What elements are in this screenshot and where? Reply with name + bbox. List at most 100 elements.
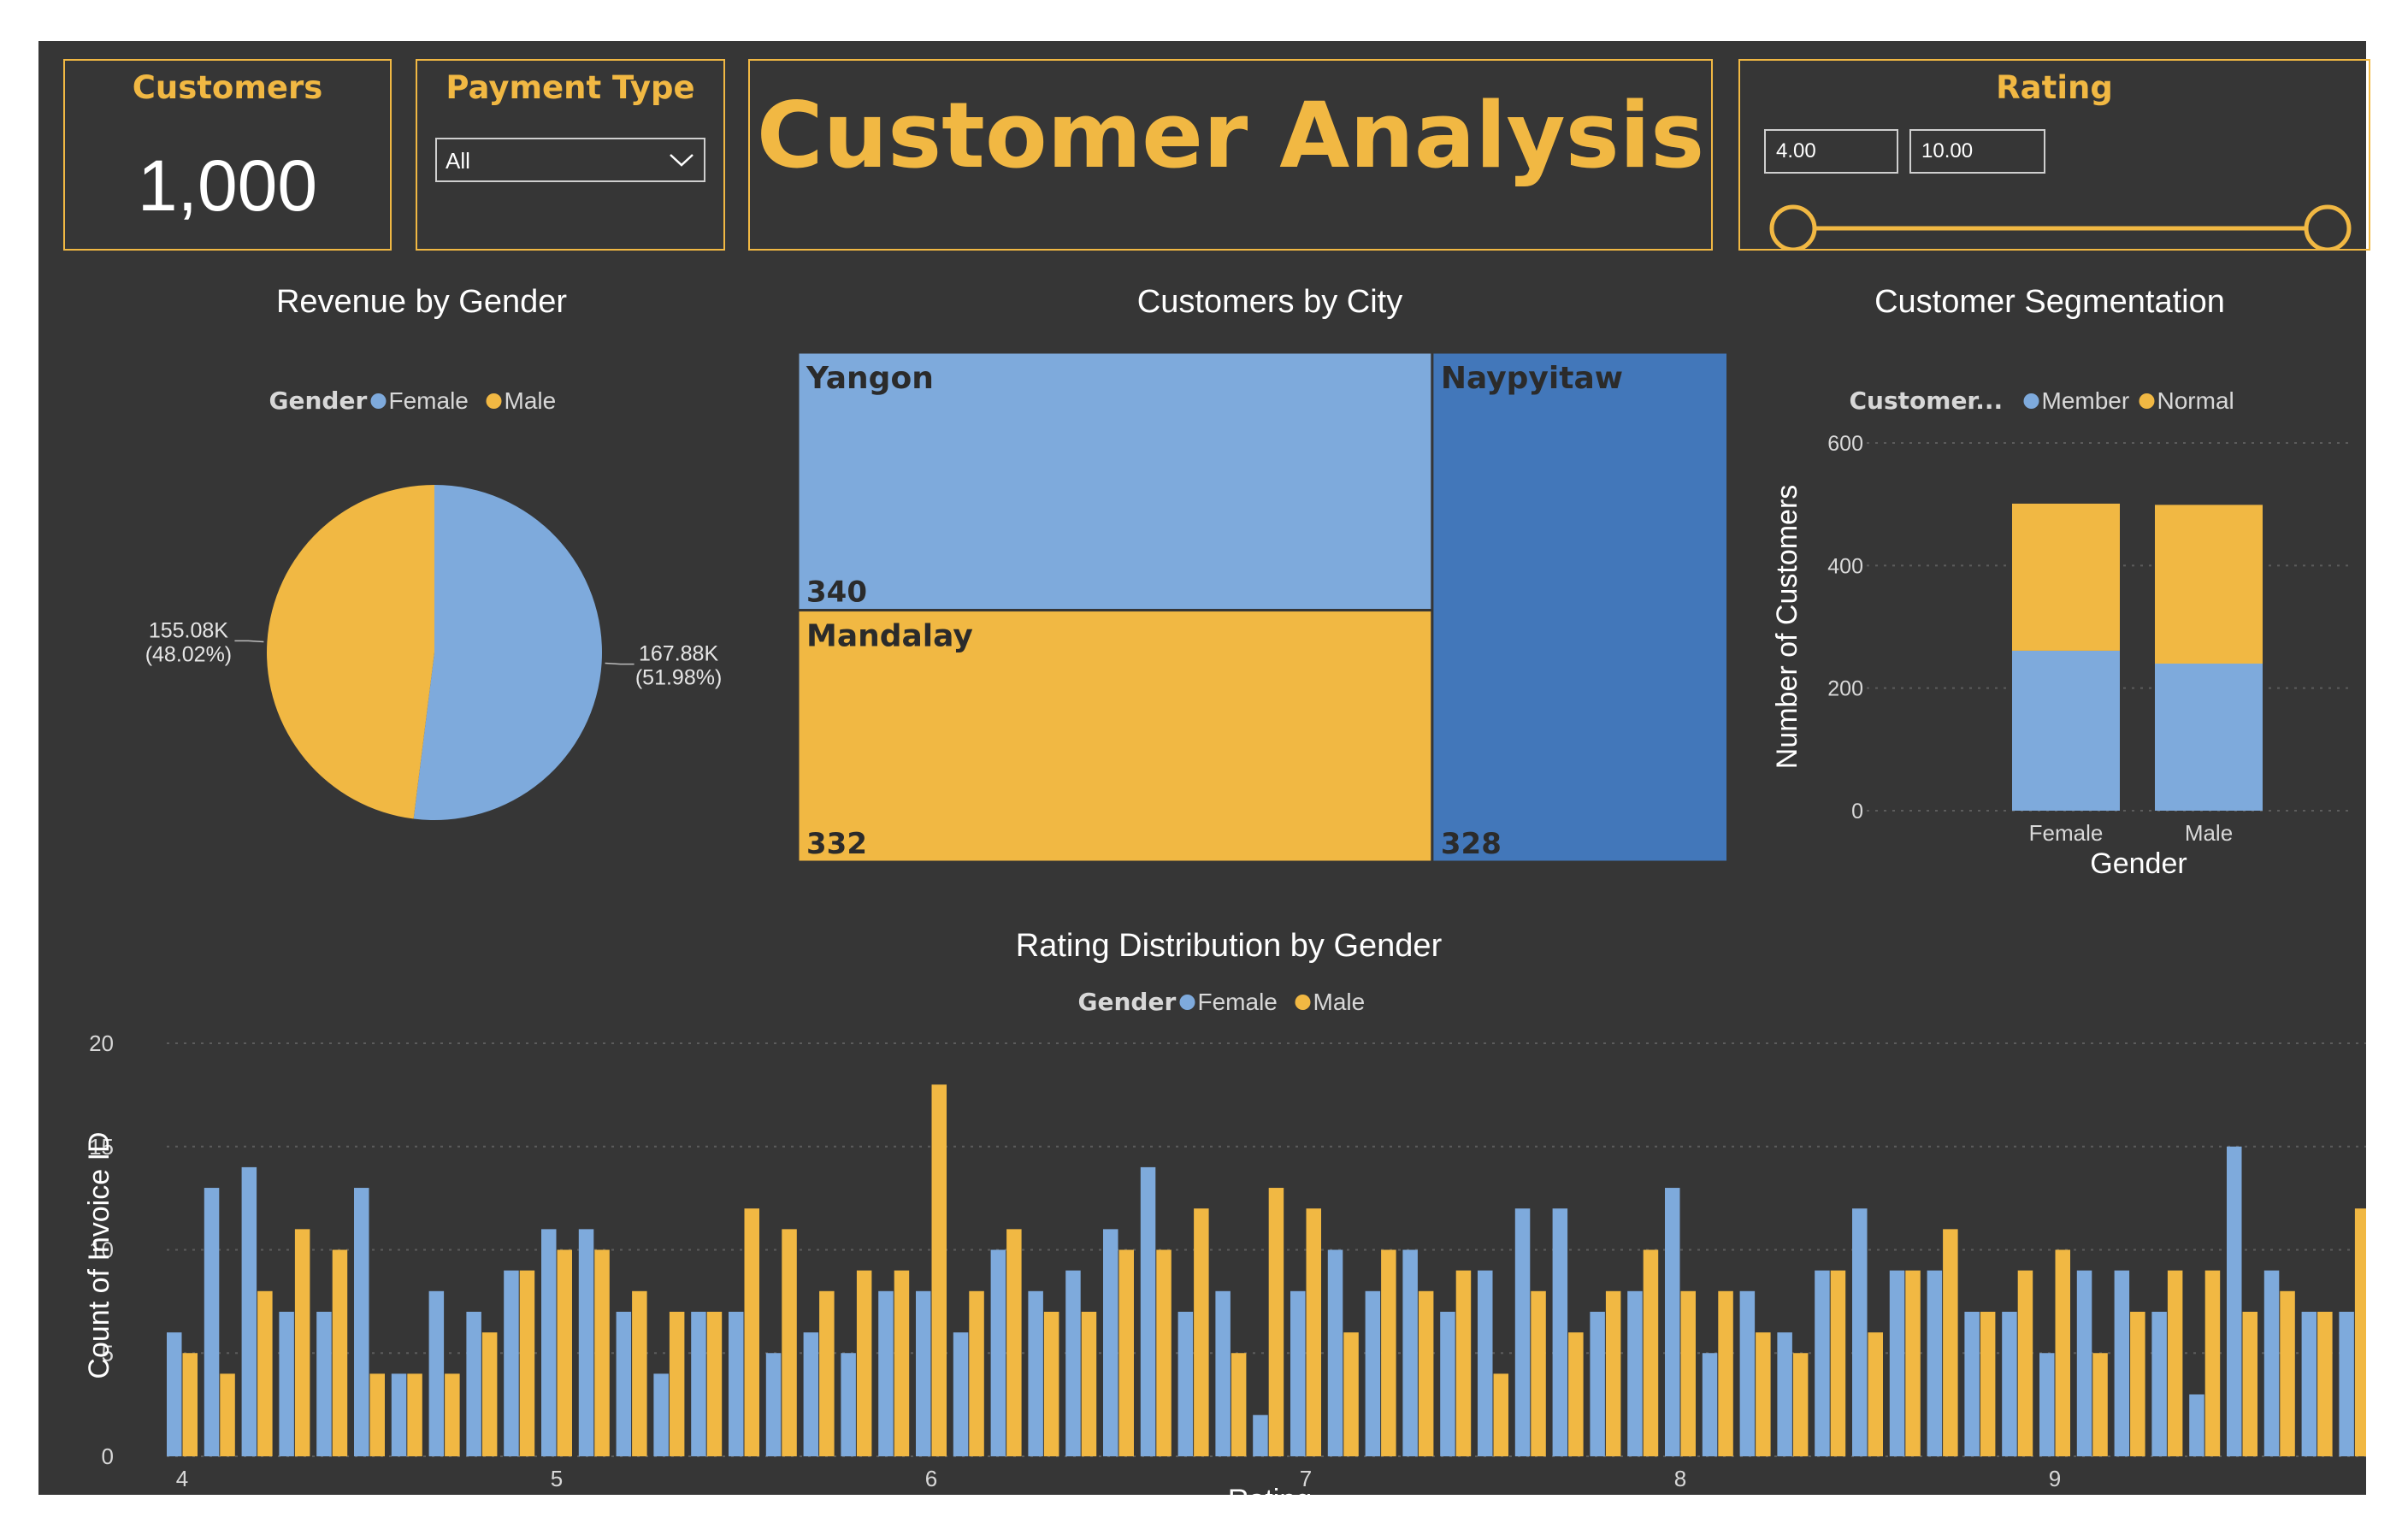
pie-legend-item-male[interactable]: Male: [505, 387, 557, 414]
rating-bar-male[interactable]: [294, 1229, 310, 1456]
rating-bar-female[interactable]: [1852, 1208, 1868, 1456]
rating-bar-male[interactable]: [1118, 1249, 1135, 1457]
rating-bar-male[interactable]: [220, 1373, 235, 1456]
rating-bar-male[interactable]: [2130, 1311, 2145, 1456]
rating-bar-male[interactable]: [1756, 1332, 1771, 1456]
rating-bar-female[interactable]: [1215, 1290, 1231, 1456]
segmentation-bar-female-normal[interactable]: [2012, 503, 2120, 651]
rating-bar-female[interactable]: [1065, 1270, 1081, 1456]
rating-bar-male[interactable]: [2017, 1270, 2033, 1456]
segmentation-legend-item-member[interactable]: Member: [2042, 387, 2130, 414]
rating-bar-female[interactable]: [1103, 1229, 1118, 1456]
rating-bar-female[interactable]: [391, 1373, 407, 1456]
rating-bar-male[interactable]: [2055, 1249, 2071, 1457]
rating-bar-female[interactable]: [2039, 1353, 2055, 1456]
rating-bar-male[interactable]: [1943, 1229, 1958, 1456]
rating-bar-female[interactable]: [1327, 1249, 1343, 1457]
rating-bar-male[interactable]: [1830, 1270, 1846, 1456]
rating-bar-female[interactable]: [1253, 1414, 1268, 1456]
rating-bar-female[interactable]: [803, 1332, 819, 1456]
rating-bar-male[interactable]: [1081, 1311, 1097, 1456]
rating-bar-male[interactable]: [2204, 1270, 2221, 1456]
rating-bar-female[interactable]: [916, 1290, 931, 1456]
rating-bar-female[interactable]: [2151, 1311, 2167, 1456]
rating-bar-female[interactable]: [1440, 1311, 1455, 1456]
rating-bar-female[interactable]: [167, 1332, 182, 1456]
rating-bar-female[interactable]: [1815, 1270, 1830, 1456]
rating-bar-female[interactable]: [2076, 1270, 2092, 1456]
rating-bar-female[interactable]: [1514, 1208, 1531, 1456]
rating-bar-male[interactable]: [669, 1311, 685, 1456]
rating-bar-female[interactable]: [765, 1353, 782, 1456]
rating-bar-female[interactable]: [616, 1311, 632, 1456]
rating-bar-female[interactable]: [1889, 1270, 1905, 1456]
rating-bar-female[interactable]: [841, 1353, 856, 1456]
rating-bar-female[interactable]: [1365, 1290, 1381, 1456]
rating-bar-female[interactable]: [204, 1188, 220, 1456]
rating-bar-male[interactable]: [632, 1290, 647, 1456]
rating-bar-male[interactable]: [445, 1373, 460, 1456]
rating-bar-male[interactable]: [1680, 1290, 1697, 1456]
treemap-cell-naypyitaw[interactable]: [1431, 351, 1726, 864]
rating-bar-male[interactable]: [2167, 1270, 2183, 1456]
rating-bar-male[interactable]: [1418, 1290, 1434, 1456]
rating-bar-female[interactable]: [354, 1188, 369, 1456]
rating-bar-male[interactable]: [557, 1249, 573, 1457]
rating-bar-female[interactable]: [1702, 1353, 1718, 1456]
rating-bar-female[interactable]: [729, 1311, 744, 1456]
rating-bar-male[interactable]: [1905, 1270, 1921, 1456]
rating-bar-female[interactable]: [2189, 1394, 2204, 1456]
rating-bar-female[interactable]: [990, 1249, 1006, 1457]
rating-bar-female[interactable]: [1590, 1311, 1605, 1456]
rating-bar-male[interactable]: [1868, 1332, 1884, 1456]
rating-bar-female[interactable]: [2339, 1311, 2354, 1456]
rating-bar-male[interactable]: [2242, 1311, 2258, 1456]
rating-bar-male[interactable]: [706, 1311, 723, 1456]
rating-bar-female[interactable]: [878, 1290, 894, 1456]
slider-min-handle[interactable]: [1769, 204, 1817, 249]
segmentation-bar-female-member[interactable]: [2012, 650, 2120, 811]
pie-slice-female[interactable]: [413, 485, 602, 820]
rating-bar-female[interactable]: [1028, 1290, 1043, 1456]
rating-bar-male[interactable]: [1718, 1290, 1733, 1456]
rating-bar-male[interactable]: [1605, 1290, 1621, 1456]
rating-bar-female[interactable]: [1552, 1208, 1568, 1456]
slider-max-handle[interactable]: [2304, 204, 2352, 249]
rating-max-input[interactable]: 10.00: [1909, 129, 2045, 174]
rating-bar-female[interactable]: [653, 1373, 669, 1456]
rating-bar-female[interactable]: [1290, 1290, 1306, 1456]
rating-bar-female[interactable]: [2227, 1146, 2242, 1456]
rating-bar-male[interactable]: [856, 1270, 872, 1456]
rating-bar-male[interactable]: [894, 1270, 910, 1456]
rating-bar-female[interactable]: [2301, 1311, 2317, 1456]
rating-bar-male[interactable]: [1306, 1208, 1322, 1456]
rating-bar-female[interactable]: [1777, 1332, 1792, 1456]
rating-bar-male[interactable]: [182, 1353, 198, 1456]
rating-bar-male[interactable]: [1531, 1290, 1546, 1456]
rating-bar-female[interactable]: [466, 1311, 481, 1456]
rating-bar-female[interactable]: [1739, 1290, 1756, 1456]
rating-bar-male[interactable]: [2092, 1353, 2108, 1456]
rating-bar-female[interactable]: [2002, 1311, 2017, 1456]
segmentation-bar-male-normal[interactable]: [2155, 505, 2263, 664]
rating-bar-male[interactable]: [1455, 1270, 1472, 1456]
rating-bar-female[interactable]: [428, 1290, 445, 1456]
rating-bar-female[interactable]: [1964, 1311, 1980, 1456]
rating-bar-male[interactable]: [369, 1373, 386, 1456]
rating-bar-male[interactable]: [969, 1290, 984, 1456]
rating-bar-male[interactable]: [782, 1229, 797, 1456]
rating-bar-female[interactable]: [279, 1311, 294, 1456]
rating-bar-male[interactable]: [481, 1332, 498, 1456]
rating-legend-item-female[interactable]: Female: [1198, 989, 1278, 1015]
rating-bar-male[interactable]: [1156, 1249, 1172, 1457]
pie-legend-item-female[interactable]: Female: [389, 387, 469, 414]
rating-bar-male[interactable]: [257, 1290, 273, 1456]
rating-bar-male[interactable]: [1381, 1249, 1396, 1457]
rating-bar-male[interactable]: [2317, 1311, 2333, 1456]
rating-bar-female[interactable]: [1140, 1166, 1156, 1456]
rating-bar-male[interactable]: [744, 1208, 760, 1456]
rating-bar-male[interactable]: [1980, 1311, 1996, 1456]
payment-type-dropdown[interactable]: All: [435, 138, 705, 182]
rating-bar-female[interactable]: [1478, 1270, 1493, 1456]
rating-min-input[interactable]: 4.00: [1764, 129, 1898, 174]
